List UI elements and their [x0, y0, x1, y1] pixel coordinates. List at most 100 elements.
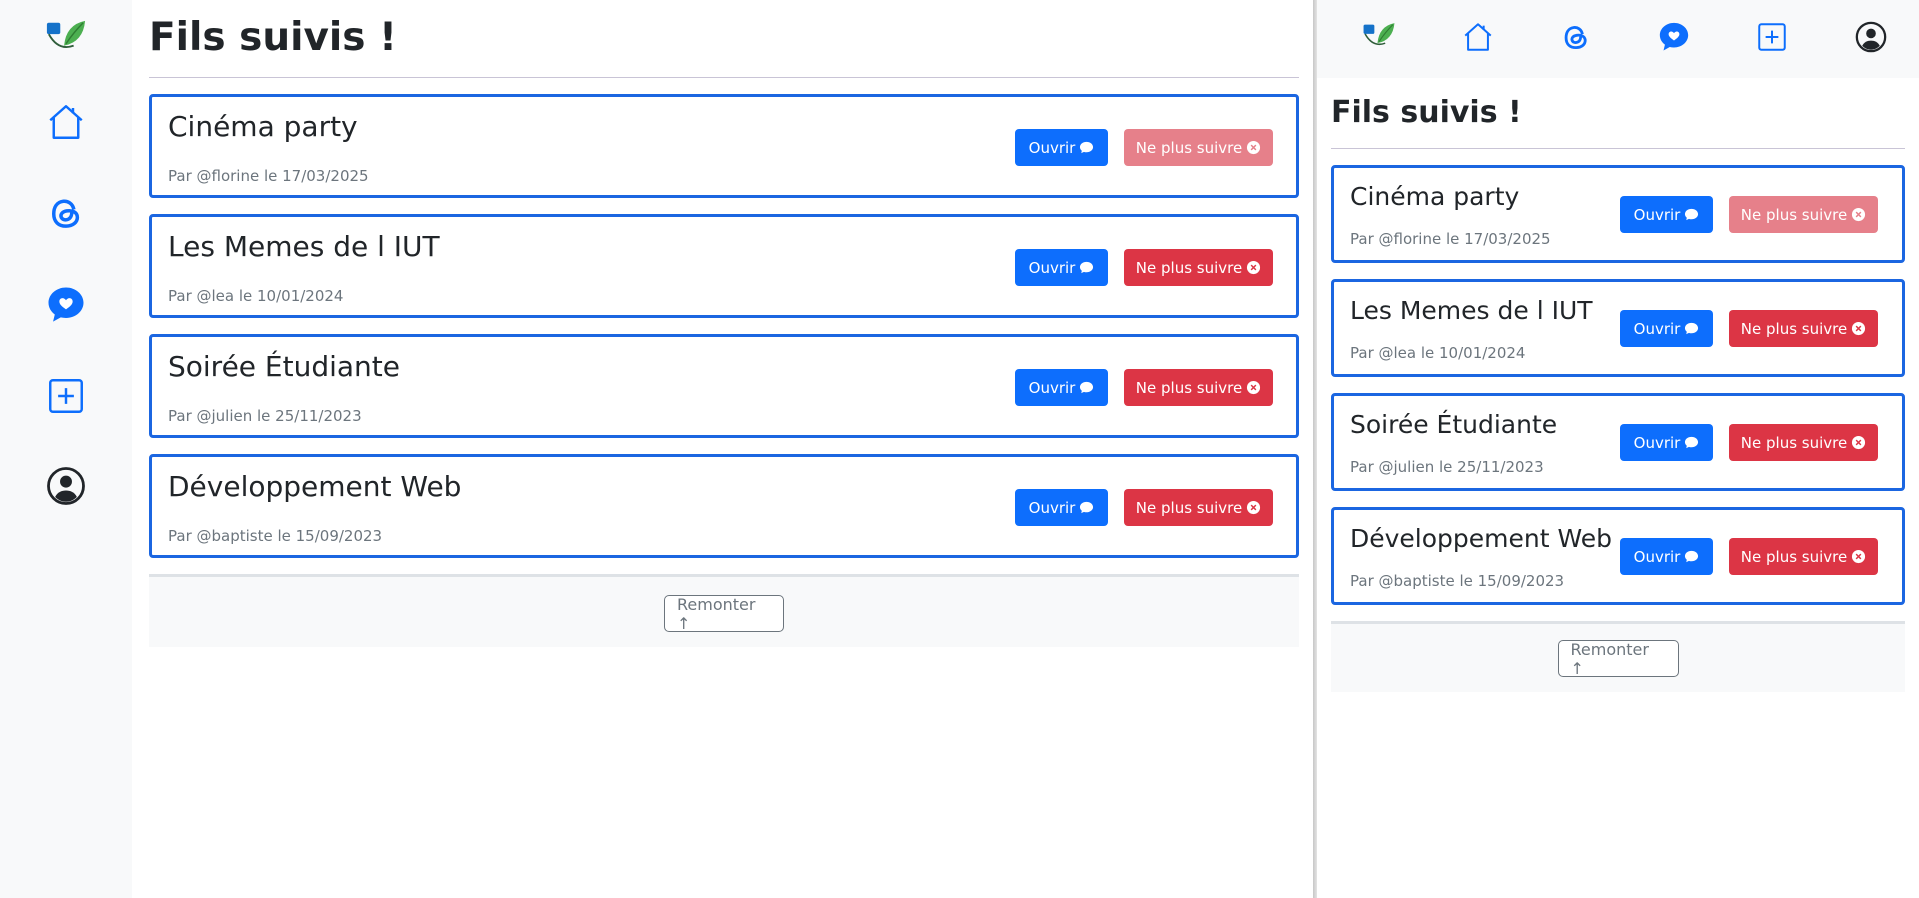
home-icon: [1464, 23, 1492, 51]
x-circle-icon: [1852, 435, 1866, 450]
nav-create[interactable]: [1752, 17, 1792, 57]
thread-card: Cinéma party Par @florine le 17/03/2025 …: [149, 94, 1299, 198]
unfollow-button[interactable]: Ne plus suivre: [1124, 489, 1273, 526]
logo-icon: [1363, 23, 1395, 46]
unfollow-button[interactable]: Ne plus suivre: [1729, 538, 1878, 575]
x-circle-icon: [1247, 140, 1261, 155]
thread-title: Cinéma party: [168, 110, 358, 143]
x-circle-icon: [1852, 549, 1866, 564]
plus-square-icon: [49, 379, 83, 413]
chat-icon: [1080, 261, 1094, 274]
thread-meta: Par @baptiste le 15/09/2023: [168, 527, 383, 545]
thread-title: Cinéma party: [1350, 182, 1520, 211]
unfollow-button[interactable]: Ne plus suivre: [1124, 129, 1273, 166]
open-thread-button[interactable]: Ouvrir: [1620, 538, 1713, 575]
x-circle-icon: [1852, 321, 1866, 336]
thread-card: Soirée Étudiante Par @julien le 25/11/20…: [1331, 393, 1905, 491]
title-divider: [149, 77, 1299, 78]
logo-link[interactable]: [43, 15, 89, 61]
sidebar: [0, 0, 132, 898]
nav-home[interactable]: [1458, 17, 1498, 57]
nav-threads[interactable]: [1556, 17, 1596, 57]
open-thread-button[interactable]: Ouvrir: [1620, 310, 1713, 347]
home-icon: [49, 105, 83, 139]
plus-square-icon: [1758, 23, 1786, 51]
nav-profile[interactable]: [43, 463, 89, 509]
open-thread-button[interactable]: Ouvrir: [1015, 249, 1108, 286]
chat-heart-icon: [1659, 22, 1689, 51]
open-thread-button[interactable]: Ouvrir: [1620, 196, 1713, 233]
thread-card: Développement Web Par @baptiste le 15/09…: [149, 454, 1299, 558]
unfollow-button-label: Ne plus suivre: [1135, 258, 1243, 277]
unfollow-button[interactable]: Ne plus suivre: [1729, 196, 1878, 233]
page-title: Fils suivis !: [1331, 95, 1522, 130]
unfollow-button-label: Ne plus suivre: [1740, 319, 1848, 338]
logo-icon: [46, 20, 86, 49]
chat-icon: [1685, 208, 1699, 221]
nav-create[interactable]: [43, 373, 89, 419]
unfollow-button-label: Ne plus suivre: [1135, 138, 1243, 157]
footer-bar: Remonter ↑: [1331, 621, 1905, 692]
user-circle-icon: [47, 467, 85, 505]
open-button-label: Ouvrir: [1633, 547, 1681, 566]
open-button-label: Ouvrir: [1633, 319, 1681, 338]
chat-heart-icon: [48, 287, 84, 322]
mobile-main-content: Fils suivis ! Cinéma party Par @florine …: [1331, 78, 1905, 692]
open-button-label: Ouvrir: [1028, 138, 1076, 157]
threads-icon: [51, 199, 80, 228]
unfollow-button[interactable]: Ne plus suivre: [1729, 424, 1878, 461]
chat-icon: [1685, 322, 1699, 335]
open-button-label: Ouvrir: [1028, 258, 1076, 277]
open-thread-button[interactable]: Ouvrir: [1015, 129, 1108, 166]
open-thread-button[interactable]: Ouvrir: [1620, 424, 1713, 461]
top-navbar: [1317, 0, 1919, 78]
scroll-top-button[interactable]: Remonter ↑: [664, 595, 784, 633]
thread-title: Soirée Étudiante: [1350, 410, 1558, 439]
nav-messages[interactable]: [1654, 17, 1694, 57]
x-circle-icon: [1247, 380, 1261, 395]
title-divider: [1331, 148, 1905, 149]
desktop-view: Fils suivis ! Cinéma party Par @florine …: [0, 0, 1313, 898]
footer-bar: Remonter ↑: [149, 574, 1299, 647]
open-button-label: Ouvrir: [1633, 433, 1681, 452]
unfollow-button[interactable]: Ne plus suivre: [1124, 249, 1273, 286]
thread-card: Soirée Étudiante Par @julien le 25/11/20…: [149, 334, 1299, 438]
nav-threads[interactable]: [43, 190, 89, 236]
open-thread-button[interactable]: Ouvrir: [1015, 489, 1108, 526]
thread-meta: Par @lea le 10/01/2024: [1350, 344, 1526, 362]
logo-link[interactable]: [1359, 17, 1399, 57]
x-circle-icon: [1247, 500, 1261, 515]
mobile-view: Fils suivis ! Cinéma party Par @florine …: [1317, 0, 1919, 898]
main-content: Fils suivis ! Cinéma party Par @florine …: [149, 0, 1299, 647]
scroll-top-button[interactable]: Remonter ↑: [1557, 640, 1679, 678]
thread-card: Cinéma party Par @florine le 17/03/2025 …: [1331, 165, 1905, 263]
chat-icon: [1685, 436, 1699, 449]
thread-meta: Par @julien le 25/11/2023: [1350, 458, 1544, 476]
thread-card: Les Memes de l IUT Par @lea le 10/01/202…: [149, 214, 1299, 318]
unfollow-button-label: Ne plus suivre: [1135, 498, 1243, 517]
thread-meta: Par @julien le 25/11/2023: [168, 407, 362, 425]
threads-icon: [1564, 26, 1587, 50]
unfollow-button[interactable]: Ne plus suivre: [1729, 310, 1878, 347]
thread-meta: Par @florine le 17/03/2025: [168, 167, 369, 185]
open-button-label: Ouvrir: [1633, 205, 1681, 224]
chat-icon: [1080, 141, 1094, 154]
thread-meta: Par @lea le 10/01/2024: [168, 287, 344, 305]
x-circle-icon: [1852, 207, 1866, 222]
chat-icon: [1080, 501, 1094, 514]
thread-meta: Par @baptiste le 15/09/2023: [1350, 572, 1565, 590]
thread-title: Les Memes de l IUT: [168, 230, 440, 263]
nav-profile[interactable]: [1851, 17, 1891, 57]
thread-title: Développement Web: [1350, 524, 1612, 553]
open-thread-button[interactable]: Ouvrir: [1015, 369, 1108, 406]
nav-home[interactable]: [43, 99, 89, 145]
unfollow-button[interactable]: Ne plus suivre: [1124, 369, 1273, 406]
thread-title: Développement Web: [168, 470, 462, 503]
unfollow-button-label: Ne plus suivre: [1740, 205, 1848, 224]
nav-messages[interactable]: [43, 282, 89, 328]
open-button-label: Ouvrir: [1028, 498, 1076, 517]
x-circle-icon: [1247, 260, 1261, 275]
chat-icon: [1080, 381, 1094, 394]
thread-title: Les Memes de l IUT: [1350, 296, 1593, 325]
thread-title: Soirée Étudiante: [168, 350, 401, 383]
